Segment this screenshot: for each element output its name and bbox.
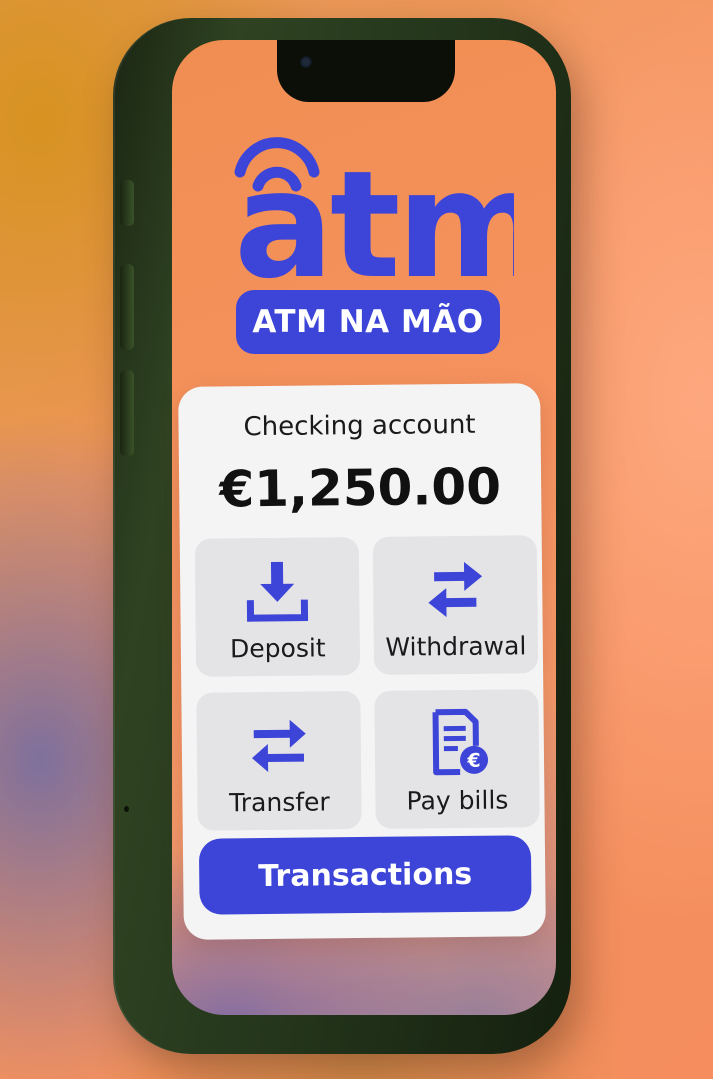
download-icon [246, 561, 309, 622]
pay-bills-label: Pay bills [406, 785, 509, 816]
account-balance: €1,250.00 [219, 457, 502, 519]
microphone-hole [124, 806, 129, 812]
deposit-label: Deposit [229, 633, 326, 664]
atm-logo: atm [234, 160, 514, 290]
svg-text:atm: atm [234, 160, 514, 290]
transfer-arrows-icon [252, 719, 306, 772]
svg-text:€: € [466, 750, 480, 772]
volume-down-button [120, 370, 134, 456]
volume-up-button [120, 264, 134, 350]
transfer-button[interactable]: Transfer [196, 691, 362, 831]
bill-euro-icon: € [432, 708, 489, 776]
notch [277, 40, 455, 102]
account-label: Checking account [243, 409, 476, 443]
swap-arrows-icon [428, 561, 483, 618]
withdrawal-label: Withdrawal [385, 631, 527, 662]
transfer-label: Transfer [229, 787, 330, 818]
brand-pill: ATM NA MÃO [236, 290, 500, 354]
withdrawal-button[interactable]: Withdrawal [372, 535, 539, 675]
transactions-button[interactable]: Transactions [198, 835, 532, 915]
front-camera [300, 56, 312, 68]
pay-bills-button[interactable]: € Pay bills [374, 689, 540, 829]
account-card: Checking account €1,250.00 Deposit Withd… [178, 383, 546, 940]
deposit-button[interactable]: Deposit [194, 537, 361, 677]
action-button [120, 180, 134, 226]
